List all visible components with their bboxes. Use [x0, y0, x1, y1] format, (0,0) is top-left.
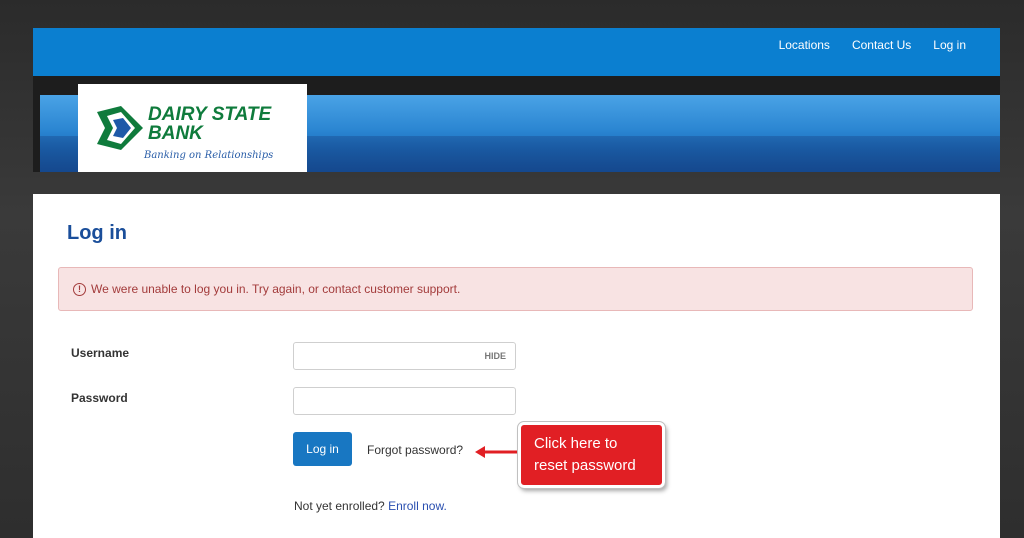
password-label: Password [71, 391, 128, 405]
bank-logo[interactable]: DAIRY STATE BANK Banking on Relationship… [78, 84, 307, 172]
forgot-password-link[interactable]: Forgot password? [367, 443, 463, 457]
callout-line2: reset password [534, 457, 636, 474]
callout-line1: Click here to [534, 435, 618, 452]
username-label: Username [71, 346, 130, 360]
top-nav-bar: Locations Contact Us Log in [33, 28, 1000, 76]
nav-login-link[interactable]: Log in [933, 38, 966, 52]
error-icon: ! [73, 282, 86, 296]
enroll-prompt: Not yet enrolled? Enroll now. [294, 499, 447, 513]
top-nav: Locations Contact Us Log in [779, 28, 966, 62]
enroll-now-link[interactable]: Enroll now. [388, 499, 447, 513]
nav-locations-link[interactable]: Locations [779, 38, 830, 52]
password-input[interactable] [293, 387, 516, 415]
login-button[interactable]: Log in [293, 432, 352, 466]
page-title: Log in [67, 222, 127, 244]
login-panel: Log in ! We were unable to log you in. T… [33, 194, 1000, 538]
enroll-prefix-text: Not yet enrolled? [294, 499, 385, 513]
error-alert-text: We were unable to log you in. Try again,… [91, 282, 461, 296]
hide-toggle-button[interactable]: HIDE [484, 351, 506, 361]
reset-password-callout: Click here to reset password [517, 421, 666, 489]
error-alert: ! We were unable to log you in. Try agai… [58, 267, 973, 311]
logo-tagline: Banking on Relationships [144, 150, 274, 161]
logo-name-line1: DAIRY STATE [148, 104, 272, 125]
username-input[interactable]: HIDE [293, 342, 516, 370]
callout-arrow-icon [472, 443, 520, 461]
nav-contact-us-link[interactable]: Contact Us [852, 38, 911, 52]
logo-mark-icon [97, 106, 143, 150]
logo-name-line2: BANK [148, 123, 203, 144]
